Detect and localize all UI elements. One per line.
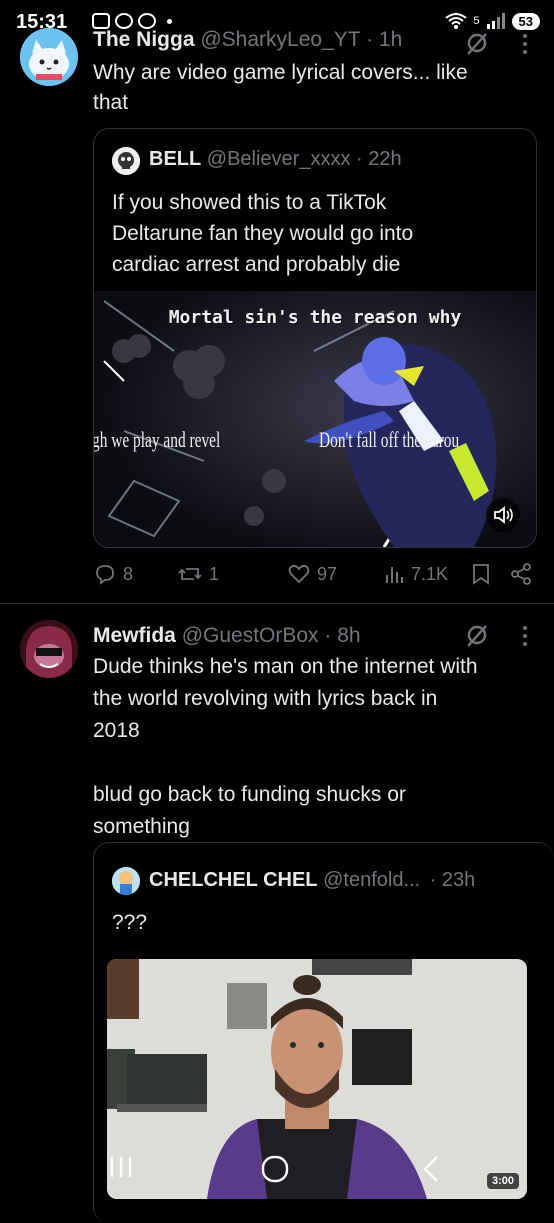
quote-text-line: cardiac arrest and probably die — [112, 253, 401, 276]
post-text-line: Dude thinks he's man on the internet wit… — [93, 655, 478, 678]
back-icon[interactable] — [420, 1154, 442, 1184]
like-button[interactable]: 97 — [287, 562, 337, 586]
post-text-line: 2018 — [93, 719, 140, 742]
quote-header: BELL @Believer_xxxx · 22h — [149, 148, 402, 171]
repost-icon — [178, 568, 202, 580]
home-icon[interactable] — [260, 1154, 290, 1184]
post-text-line — [93, 747, 478, 779]
avatar-character-icon — [20, 620, 78, 678]
quote-text: ??? — [112, 907, 147, 938]
view-count: 7.1K — [411, 563, 449, 584]
status-time: 15:31 — [16, 11, 68, 33]
quote-handle: @tenfold... — [323, 869, 421, 891]
video-player[interactable]: Mortal sin's the reason why gh we play a… — [94, 291, 536, 547]
repost-count: 1 — [209, 563, 220, 584]
quote-text-line: Deltarune fan they would go into — [112, 222, 414, 245]
post-actions: 8 1 97 7.1K — [93, 560, 535, 588]
post-header: Mewfida @GuestOrBox · 8h — [93, 624, 361, 648]
video-caption-top: Mortal sin's the reason why — [168, 307, 462, 328]
quote-display-name: CHELCHEL CHEL — [149, 869, 318, 891]
post-text: Why are video game lyrical covers... lik… — [93, 58, 468, 118]
quote-text: If you showed this to a TikTok Deltarune… — [112, 187, 413, 280]
post-text-line: that — [93, 91, 129, 114]
display-name[interactable]: Mewfida — [93, 624, 176, 647]
quote-handle: @Believer_xxxx — [206, 148, 351, 170]
reply-icon — [96, 565, 114, 585]
like-count: 97 — [317, 563, 338, 584]
wifi-badge: 5 — [473, 15, 480, 27]
like-icon — [288, 564, 310, 584]
system-icons: 5 53 — [445, 12, 540, 30]
facebook-notification-icon — [115, 13, 133, 29]
quote-avatar — [112, 147, 140, 175]
quoted-post[interactable]: BELL @Believer_xxxx · 22h If you showed … — [93, 128, 537, 548]
quote-text-line: ??? — [112, 911, 148, 934]
handle[interactable]: @GuestOrBox — [182, 624, 319, 647]
recent-apps-icon[interactable] — [108, 1154, 134, 1180]
android-nav-bar — [0, 1140, 554, 1200]
post-text-line: something — [93, 815, 190, 838]
reply-count: 8 — [123, 563, 134, 584]
video-caption-right: Don't fall off the carou — [319, 427, 460, 452]
notification-icons — [92, 13, 172, 29]
avatar-character-icon — [112, 867, 140, 895]
views-button[interactable]: 7.1K — [383, 563, 448, 585]
more-icon[interactable] — [520, 624, 530, 648]
wifi-icon — [445, 13, 468, 29]
battery-indicator: 53 — [511, 12, 540, 30]
share-icon[interactable] — [509, 562, 533, 586]
post-text-line: the world revolving with lyrics back in — [93, 687, 438, 710]
repost-button[interactable]: 1 — [177, 562, 219, 586]
post-time[interactable]: · 8h — [324, 624, 360, 647]
views-icon — [386, 567, 403, 583]
quote-header: CHELCHEL CHEL @tenfold... · 23h — [149, 869, 475, 892]
grok-icon[interactable] — [464, 622, 490, 648]
post-text: Dude thinks he's man on the internet wit… — [93, 651, 478, 843]
video-caption-left: gh we play and revel — [94, 427, 221, 452]
avatar-skull-icon — [112, 147, 140, 175]
quote-time: · 22h — [356, 148, 402, 170]
signal-icon — [486, 13, 505, 29]
quote-display-name: BELL — [149, 148, 202, 170]
post-text-line: Why are video game lyrical covers... lik… — [93, 61, 468, 84]
youtube-notification-icon — [92, 13, 110, 29]
quote-time: · 23h — [429, 869, 476, 891]
status-bar: 15:31 5 53 — [0, 0, 554, 40]
volume-icon — [494, 506, 513, 524]
reply-button[interactable]: 8 — [93, 562, 133, 586]
quote-text-line: If you showed this to a TikTok — [112, 191, 387, 214]
threads-notification-icon — [138, 13, 156, 29]
post-text-line: blud go back to funding shucks or — [93, 783, 406, 806]
volume-button[interactable] — [486, 498, 520, 532]
quote-avatar — [112, 867, 140, 895]
bookmark-icon[interactable] — [471, 562, 491, 586]
post-divider — [0, 603, 554, 604]
avatar[interactable] — [20, 620, 78, 678]
more-notifications-icon — [167, 18, 172, 24]
video-frame — [94, 291, 536, 547]
